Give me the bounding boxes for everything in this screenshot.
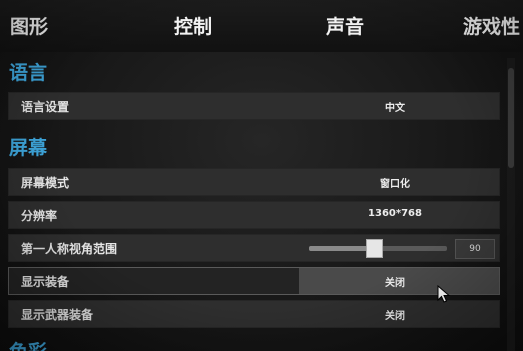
settings-screen: 图形 控制 声音 游戏性 语言 语言设置 中文 屏幕 屏幕模式 窗口化 分辨率 …: [0, 0, 523, 351]
fov-slider-track[interactable]: [309, 239, 447, 258]
tab-sound[interactable]: 声音: [326, 12, 364, 39]
fov-slider-thumb[interactable]: [366, 239, 383, 258]
section-title-screen: 屏幕: [9, 137, 48, 159]
scrollbar-thumb[interactable]: [508, 68, 514, 168]
setting-value-language[interactable]: 中文: [309, 99, 481, 114]
section-title-language: 语言: [9, 62, 48, 84]
tab-bar: 图形 控制 声音 游戏性: [0, 0, 523, 52]
setting-label-show-weapon-equipment: 显示武器装备: [21, 308, 94, 322]
scrollbar[interactable]: [507, 58, 515, 351]
setting-row-language[interactable]: 语言设置 中文: [8, 92, 500, 120]
setting-value-show-weapon-equipment[interactable]: 关闭: [309, 307, 481, 322]
tab-graphics[interactable]: 图形: [10, 12, 48, 39]
setting-row-show-equipment[interactable]: 显示装备 关闭: [8, 267, 500, 295]
setting-label-fov: 第一人称视角范围: [21, 242, 118, 256]
setting-label-resolution: 分辨率: [21, 209, 58, 223]
fov-value-box[interactable]: 90: [455, 239, 495, 259]
setting-value-resolution[interactable]: 1360*768: [309, 208, 481, 219]
setting-label-show-equipment: 显示装备: [21, 275, 70, 289]
setting-label-language: 语言设置: [21, 100, 70, 114]
setting-row-show-weapon-equipment[interactable]: 显示武器装备 关闭: [8, 300, 500, 328]
setting-value-screen-mode[interactable]: 窗口化: [309, 175, 481, 190]
section-title-color: 色彩: [9, 337, 47, 351]
setting-label-screen-mode: 屏幕模式: [21, 176, 70, 190]
tab-controls[interactable]: 控制: [174, 12, 212, 39]
tab-gameplay[interactable]: 游戏性: [463, 12, 520, 39]
setting-value-show-equipment[interactable]: 关闭: [309, 274, 481, 289]
setting-row-screen-mode[interactable]: 屏幕模式 窗口化: [8, 168, 500, 196]
setting-row-fov[interactable]: 第一人称视角范围 90: [8, 234, 500, 262]
fov-slider-fill: [309, 246, 375, 251]
mouse-pointer-icon: [437, 285, 451, 303]
setting-row-resolution[interactable]: 分辨率 1360*768: [8, 201, 500, 229]
